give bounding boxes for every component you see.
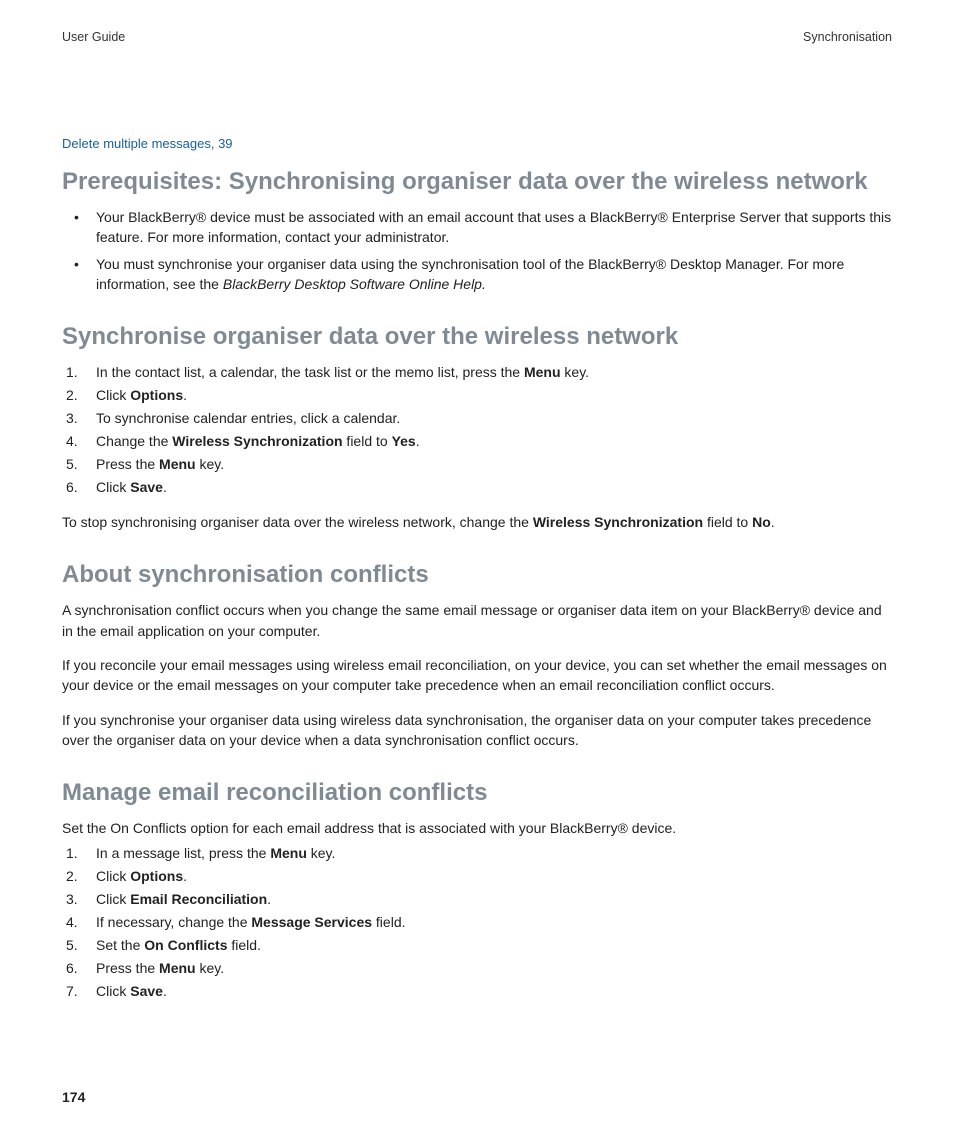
heading-manage-conflicts: Manage email reconciliation conflicts [62, 778, 892, 808]
list-item: You must synchronise your organiser data… [62, 254, 892, 295]
list-item: Press the Menu key. [62, 454, 892, 475]
list-item: Click Options. [62, 866, 892, 887]
body-text: Set the On Conflicts option for each ema… [62, 818, 892, 838]
list-item: Change the Wireless Synchronization fiel… [62, 431, 892, 452]
list-item: If necessary, change the Message Service… [62, 912, 892, 933]
header-left: User Guide [62, 30, 125, 44]
prereq-list: Your BlackBerry® device must be associat… [62, 207, 892, 294]
heading-prerequisites: Prerequisites: Synchronising organiser d… [62, 167, 892, 197]
list-item: Click Options. [62, 385, 892, 406]
header-right: Synchronisation [803, 30, 892, 44]
list-item: Click Save. [62, 981, 892, 1002]
page-number: 174 [62, 1089, 85, 1105]
heading-about-conflicts: About synchronisation conflicts [62, 560, 892, 590]
list-item: Your BlackBerry® device must be associat… [62, 207, 892, 248]
manage-steps: In a message list, press the Menu key. C… [62, 843, 892, 1002]
list-item: In the contact list, a calendar, the tas… [62, 362, 892, 383]
list-item: Click Save. [62, 477, 892, 498]
list-item: Set the On Conflicts field. [62, 935, 892, 956]
list-item: To synchronise calendar entries, click a… [62, 408, 892, 429]
body-text: A synchronisation conflict occurs when y… [62, 600, 892, 641]
cross-ref-link[interactable]: Delete multiple messages, 39 [62, 136, 892, 151]
sync-steps: In the contact list, a calendar, the tas… [62, 362, 892, 498]
list-item: In a message list, press the Menu key. [62, 843, 892, 864]
list-item: Press the Menu key. [62, 958, 892, 979]
body-text: If you reconcile your email messages usi… [62, 655, 892, 696]
body-text: If you synchronise your organiser data u… [62, 710, 892, 751]
list-item: Click Email Reconciliation. [62, 889, 892, 910]
page-header: User Guide Synchronisation [62, 30, 892, 44]
sync-note: To stop synchronising organiser data ove… [62, 512, 892, 532]
heading-sync: Synchronise organiser data over the wire… [62, 322, 892, 352]
